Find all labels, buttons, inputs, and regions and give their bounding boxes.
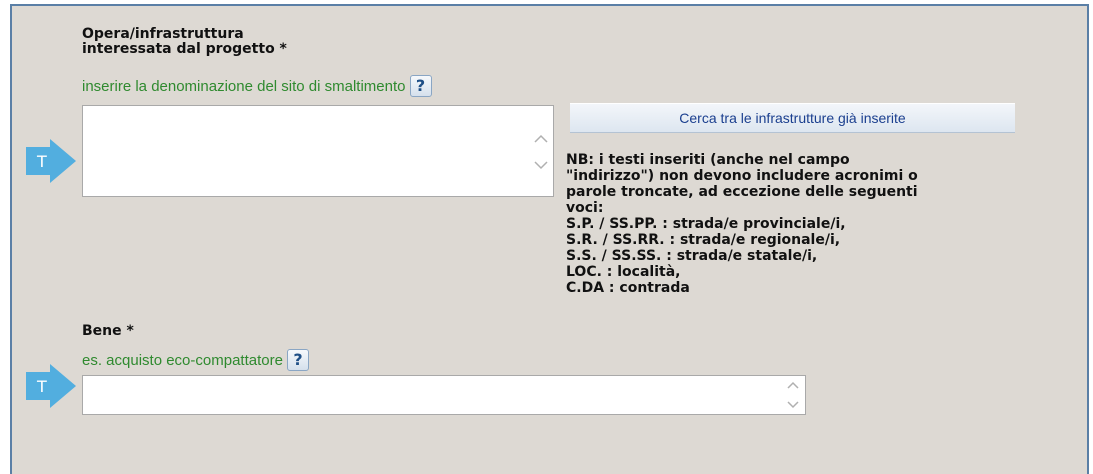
scroll-up-chevron-icon bbox=[534, 134, 548, 143]
nb-note: NB: i testi inseriti (anche nel campo "i… bbox=[566, 152, 1036, 296]
opera-hint: inserire la denominazione del sito di sm… bbox=[82, 75, 432, 97]
scroll-up-chevron-icon bbox=[787, 381, 799, 389]
bene-hint-text: es. acquisto eco-compattatore bbox=[82, 351, 283, 369]
opera-title-line2: interessata dal progetto * bbox=[82, 41, 287, 57]
nb-line: NB: i testi inseriti (anche nel campo bbox=[566, 152, 850, 168]
bene-marker-letter: T bbox=[36, 377, 47, 396]
bene-text-marker-icon: T bbox=[26, 364, 76, 408]
bene-hint: es. acquisto eco-compattatore ? bbox=[82, 349, 309, 371]
bene-textarea-scrollbar[interactable] bbox=[783, 376, 803, 414]
nb-line: LOC. : località, bbox=[566, 264, 681, 280]
bene-field-title: Bene * bbox=[82, 323, 134, 339]
bene-textarea[interactable] bbox=[82, 375, 806, 415]
opera-textarea-scrollbar[interactable] bbox=[531, 106, 551, 196]
nb-line: C.DA : contrada bbox=[566, 280, 690, 296]
nb-line: S.R. / SS.RR. : strada/e regionale/i, bbox=[566, 232, 841, 248]
opera-field-title: Opera/infrastruttura interessata dal pro… bbox=[82, 27, 287, 57]
opera-textarea[interactable] bbox=[82, 105, 554, 197]
search-infrastructures-button[interactable]: Cerca tra le infrastrutture già inserite bbox=[570, 103, 1015, 133]
opera-text-marker-icon: T bbox=[26, 139, 76, 183]
opera-hint-text: inserire la denominazione del sito di sm… bbox=[82, 77, 406, 95]
nb-line: S.P. / SS.PP. : strada/e provinciale/i, bbox=[566, 216, 846, 232]
nb-line: parole troncate, ad eccezione delle segu… bbox=[566, 184, 918, 200]
scroll-down-chevron-icon bbox=[787, 401, 799, 409]
nb-line: S.S. / SS.SS. : strada/e statale/i, bbox=[566, 248, 818, 264]
bene-help-icon[interactable]: ? bbox=[286, 349, 309, 371]
scroll-down-chevron-icon bbox=[534, 161, 548, 170]
opera-marker-letter: T bbox=[36, 152, 47, 171]
opera-title-line1: Opera/infrastruttura bbox=[82, 26, 244, 42]
nb-line: "indirizzo") non devono includere acroni… bbox=[566, 168, 918, 184]
nb-line: voci: bbox=[566, 200, 604, 216]
opera-help-icon[interactable]: ? bbox=[409, 75, 432, 97]
